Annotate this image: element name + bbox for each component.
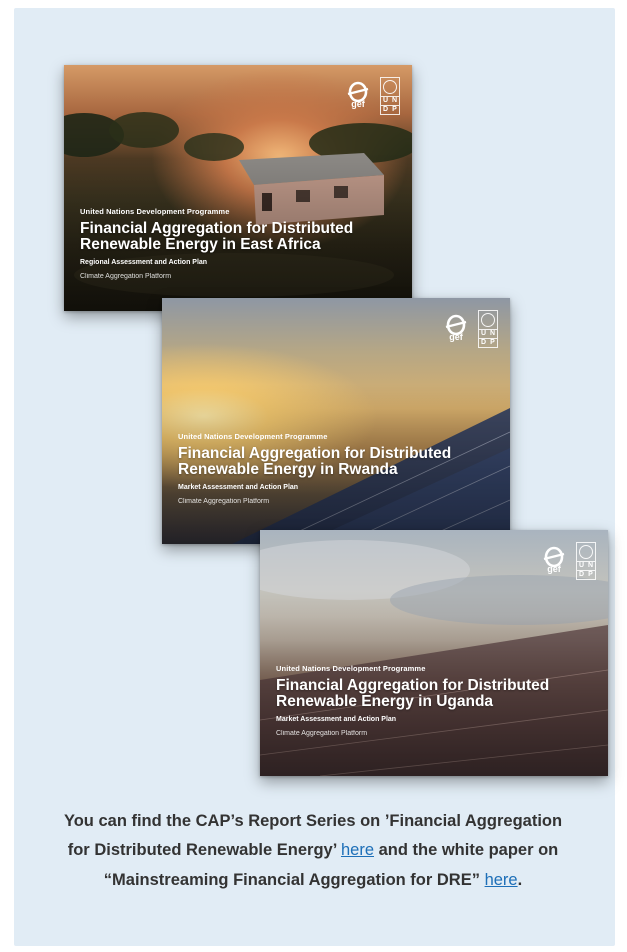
gef-logo: gef — [542, 542, 566, 574]
undp-letter: U — [479, 329, 488, 337]
undp-letter: D — [381, 105, 390, 113]
undp-logo: U N D P — [478, 310, 498, 348]
gef-logo-text: gef — [547, 564, 561, 574]
cover-platform: Climate Aggregation Platform — [178, 498, 270, 505]
white-paper-link[interactable]: here — [485, 871, 518, 889]
undp-letter: N — [488, 329, 497, 337]
gef-logo-text: gef — [351, 99, 365, 109]
un-globe-icon — [481, 313, 495, 327]
undp-letter: D — [479, 338, 488, 346]
cover-title: Financial Aggregation for Distributed Re… — [80, 220, 354, 253]
cover-subtitle: Market Assessment and Action Plan — [276, 716, 397, 723]
undp-letter: P — [586, 570, 595, 579]
undp-letter: U — [381, 96, 390, 104]
cover-logos: gef U N D P — [346, 77, 400, 115]
undp-letter: N — [586, 561, 595, 569]
caption-text-3: . — [517, 870, 523, 889]
gef-logo-text: gef — [449, 332, 463, 342]
undp-letter: P — [390, 105, 399, 114]
cover-org: United Nations Development Programme — [178, 432, 328, 441]
cover-logos: gef U N D P — [542, 542, 596, 580]
cover-subtitle: Regional Assessment and Action Plan — [80, 259, 208, 266]
cover-platform: Climate Aggregation Platform — [80, 273, 172, 280]
un-globe-icon — [383, 80, 397, 94]
report-series-link[interactable]: here — [341, 841, 374, 859]
undp-letter: U — [577, 561, 586, 569]
report-cover-east-africa[interactable]: gef U N D P United Nations Development P… — [64, 65, 412, 311]
gef-logo: gef — [444, 310, 468, 342]
undp-letter: N — [390, 96, 399, 104]
cover-text: United Nations Development Programme Fin… — [80, 207, 400, 280]
cover-subtitle: Market Assessment and Action Plan — [178, 484, 299, 491]
report-cover-rwanda[interactable]: gef U N D P United Nations Development P… — [162, 298, 510, 544]
cover-text: United Nations Development Programme Fin… — [178, 432, 498, 505]
report-series-panel: gef U N D P United Nations Development P… — [14, 8, 615, 946]
undp-letter: D — [577, 570, 586, 578]
cover-title: Financial Aggregation for Distributed Re… — [276, 677, 550, 710]
undp-logo: U N D P — [576, 542, 596, 580]
cover-logos: gef U N D P — [444, 310, 498, 348]
cover-org: United Nations Development Programme — [80, 207, 230, 216]
cover-title: Financial Aggregation for Distributed Re… — [178, 445, 452, 478]
gef-logo: gef — [346, 77, 370, 109]
cover-org: United Nations Development Programme — [276, 664, 426, 673]
undp-logo: U N D P — [380, 77, 400, 115]
report-series-caption: You can find the CAP’s Report Series on … — [60, 807, 566, 896]
cover-platform: Climate Aggregation Platform — [276, 730, 368, 737]
cover-text: United Nations Development Programme Fin… — [276, 664, 596, 737]
report-cover-uganda[interactable]: gef U N D P United Nations Development P… — [260, 530, 608, 776]
un-globe-icon — [579, 545, 593, 559]
undp-letter: P — [488, 338, 497, 347]
